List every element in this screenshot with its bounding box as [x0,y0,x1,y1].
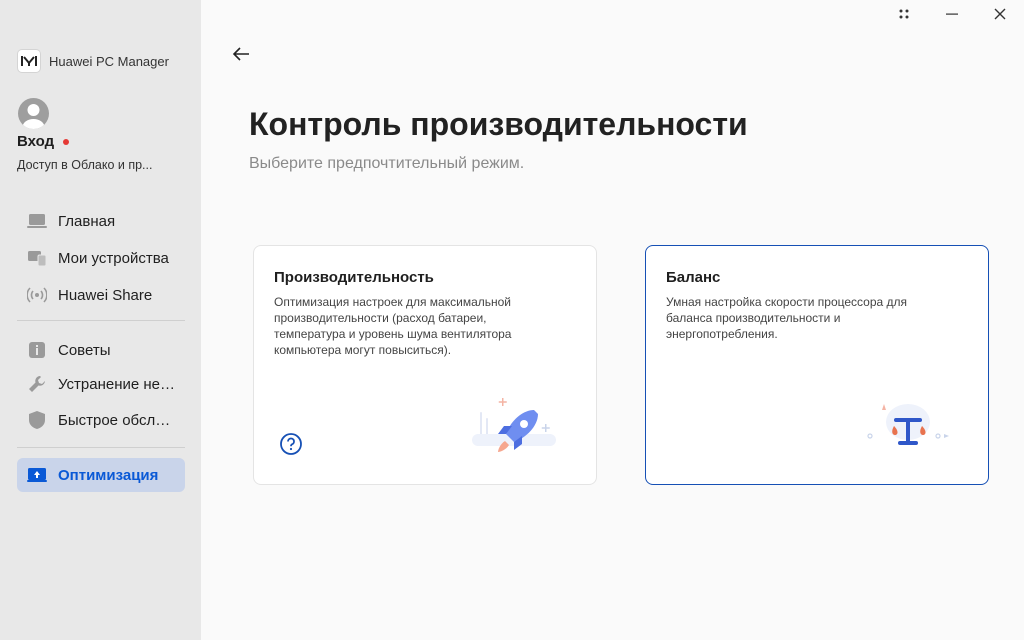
login-label[interactable]: Вход [17,133,54,150]
minimize-icon [946,7,958,25]
grid-icon [898,7,910,25]
sidebar-item-quick-service[interactable]: Быстрое обслуживание [17,403,185,437]
page-subtitle: Выберите предпочтительный режим. [249,155,525,172]
minimize-button[interactable] [940,4,964,28]
login-row[interactable]: Вход [17,133,70,150]
app-header: Huawei PC Manager [18,50,169,72]
laptop-icon [27,211,47,231]
sidebar-item-label: Советы [58,341,111,359]
mode-card-balance[interactable]: Баланс Умная настройка скорости процессо… [645,245,989,485]
sidebar-item-label: Устранение неполадок [58,375,176,393]
notification-dot [63,138,70,145]
avatar[interactable] [18,98,49,129]
sidebar-divider [17,447,185,448]
wrench-icon [27,374,47,394]
sidebar-item-optimization[interactable]: Оптимизация [17,458,185,492]
arrow-left-icon [232,46,250,67]
help-button[interactable] [279,432,303,456]
app-logo-icon [18,50,40,72]
more-options-button[interactable] [892,4,916,28]
sidebar-item-home[interactable]: Главная [17,204,185,238]
optimization-icon [27,465,47,485]
sidebar-item-my-devices[interactable]: Мои устройства [17,241,185,275]
sidebar-item-tips[interactable]: Советы [17,333,185,367]
sidebar-item-label: Оптимизация [58,466,159,484]
rocket-icon [472,398,556,461]
sidebar-item-label: Huawei Share [58,286,153,304]
close-button[interactable] [988,4,1012,28]
balance-scale-icon [864,400,950,459]
sidebar-item-label: Главная [58,212,116,230]
sidebar-divider [17,320,185,321]
card-description: Умная настройка скорости процессора для … [666,295,908,341]
close-icon [994,7,1006,25]
shield-icon [27,410,47,430]
login-subtitle: Доступ в Облако и пр... [17,158,153,172]
help-icon [279,433,303,460]
sidebar-item-label: Мои устройства [58,249,169,267]
back-button[interactable] [229,44,253,68]
page-title: Контроль производительности [249,106,748,142]
sidebar-item-label: Быстрое обслуживание [58,411,176,429]
tips-icon [27,340,47,360]
share-icon [27,285,47,305]
devices-icon [27,248,47,268]
sidebar-item-huawei-share[interactable]: Huawei Share [17,278,185,312]
card-title: Баланс [666,269,721,286]
app-title: Huawei PC Manager [49,53,169,69]
sidebar: Huawei PC Manager Вход Доступ в Облако и… [0,0,201,640]
sidebar-item-troubleshoot[interactable]: Устранение неполадок [17,367,185,401]
card-title: Производительность [274,269,434,286]
card-description: Оптимизация настроек для максимальной пр… [274,295,512,357]
mode-card-performance[interactable]: Производительность Оптимизация настроек … [253,245,597,485]
